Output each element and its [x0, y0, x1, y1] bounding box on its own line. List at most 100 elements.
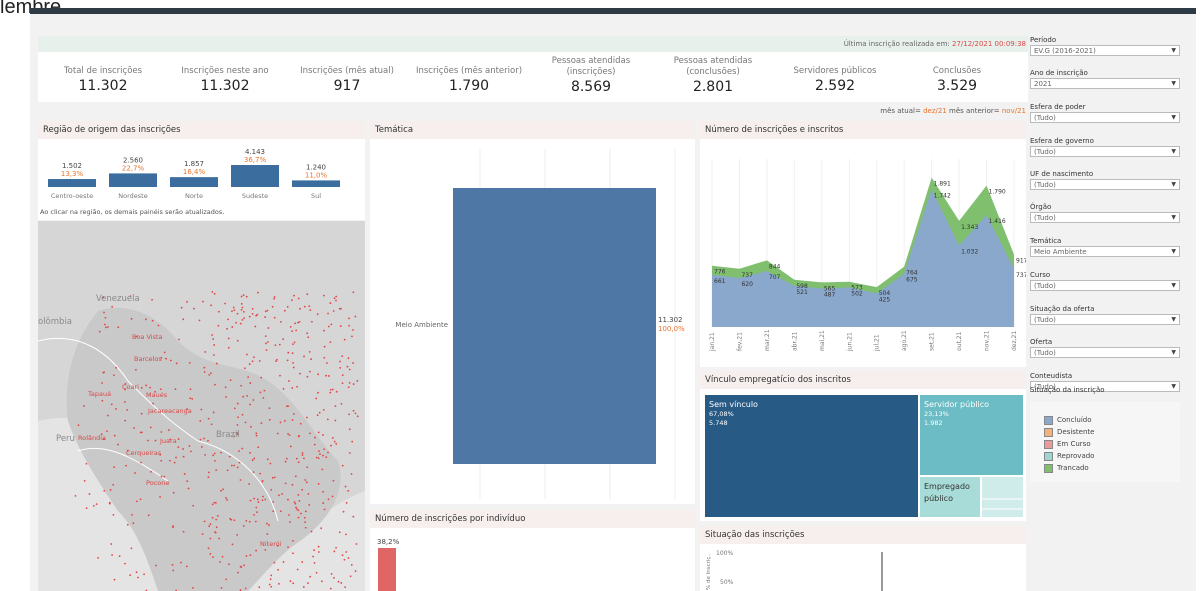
inscription-dot	[230, 464, 233, 467]
vinculo-treemap[interactable]: Sem vínculo67,08%5.748 Servidor público23…	[700, 389, 1026, 521]
inscription-dot	[282, 561, 285, 563]
inscription-dot	[333, 440, 336, 443]
inscription-dot	[137, 576, 139, 579]
inscription-dot	[217, 324, 220, 327]
inscription-dot	[318, 411, 321, 414]
inscription-dot	[145, 384, 148, 387]
inscription-dot	[113, 578, 116, 581]
filter-dropdown[interactable]: (Tudo) ▼	[1030, 179, 1180, 190]
inscription-dot	[106, 430, 108, 433]
inscription-dot	[259, 391, 262, 394]
treemap-cell[interactable]	[705, 395, 918, 517]
point-label-inscritos: 1.742	[934, 192, 951, 199]
inscription-dot	[160, 475, 163, 478]
filter-dropdown[interactable]: (Tudo) ▼	[1030, 146, 1180, 157]
point-label-inscritos: 707	[769, 274, 781, 281]
inscription-dot	[160, 431, 163, 433]
legend-item[interactable]: Trancado	[1030, 462, 1180, 474]
legend-item[interactable]: Concluído	[1030, 414, 1180, 426]
inscription-dot	[309, 432, 311, 435]
filter-dropdown[interactable]: (Tudo) ▼	[1030, 212, 1180, 223]
indiv-chart[interactable]: 38,2%	[370, 528, 695, 591]
inscription-dot	[327, 312, 329, 315]
inscription-dot	[139, 498, 142, 501]
map-label: Rolândia	[78, 434, 106, 442]
inscription-dot	[201, 300, 204, 303]
filter-dropdown[interactable]: (Tudo) ▼	[1030, 314, 1180, 325]
inscription-dot	[171, 564, 174, 566]
inscription-dot	[243, 317, 245, 320]
inscription-dot	[140, 412, 143, 415]
inscription-dot	[340, 582, 343, 584]
regiao-bar[interactable]	[48, 179, 96, 187]
inscription-dot	[163, 475, 166, 478]
legend-item[interactable]: Desistente	[1030, 426, 1180, 438]
inscription-dot	[285, 457, 288, 460]
inscription-dot	[317, 482, 320, 485]
bar-category-label: Centro-oeste	[51, 192, 93, 200]
inscription-dot	[330, 323, 333, 326]
legend-item[interactable]: Em Curso	[1030, 438, 1180, 450]
filter-dropdown[interactable]: (Tudo) ▼	[1030, 280, 1180, 291]
x-tick-label: abr,21	[791, 331, 798, 351]
inscription-dot	[320, 527, 323, 530]
x-tick-label: mai,21	[819, 330, 826, 351]
inscription-dot	[241, 306, 244, 309]
inscription-dot	[242, 294, 245, 297]
point-label-inscricoes: 1.343	[961, 224, 978, 231]
tematica-panel: Temática Meio Ambiente 11.302 100,0%	[370, 121, 695, 504]
legend-label: Desistente	[1057, 428, 1095, 436]
inscription-dot	[317, 391, 319, 394]
regiao-bar[interactable]	[109, 173, 157, 187]
legend-item[interactable]: Reprovado	[1030, 450, 1180, 462]
situacao-chart[interactable]: 100% 50% % de Inscriç..	[700, 544, 1026, 591]
regiao-bar[interactable]	[292, 180, 340, 187]
indiv-bar[interactable]	[378, 548, 396, 591]
inscription-dot	[169, 459, 171, 462]
inscription-dot	[249, 452, 251, 454]
filter-dropdown[interactable]: (Tudo) ▼	[1030, 112, 1180, 123]
filter-block: Período EV.G (2016-2021) ▼	[1030, 36, 1180, 56]
filter-dropdown[interactable]: (Tudo) ▼	[1030, 347, 1180, 358]
filter-dropdown[interactable]: 2021 ▼	[1030, 78, 1180, 89]
inscription-dot	[329, 587, 332, 590]
regiao-bar[interactable]	[231, 165, 279, 187]
inscription-dot	[103, 489, 106, 492]
inscription-dot	[115, 366, 118, 369]
inscription-dot	[303, 516, 306, 519]
tematica-chart[interactable]: Meio Ambiente 11.302100,0%	[370, 139, 695, 504]
inscription-dot	[111, 305, 114, 308]
filter-dropdown[interactable]: EV.G (2016-2021) ▼	[1030, 45, 1180, 56]
inscription-dot	[308, 351, 311, 353]
inscription-dot	[226, 327, 228, 330]
map-label: Venezuela	[96, 294, 140, 304]
inscription-dot	[289, 580, 292, 582]
inscription-dot	[260, 376, 263, 379]
regiao-bar[interactable]	[170, 177, 218, 187]
inscription-dot	[347, 557, 350, 559]
inscription-dot	[306, 375, 309, 378]
current-month-value: dez/21	[923, 107, 947, 115]
inscription-dot	[350, 563, 353, 566]
inscription-dot	[213, 452, 216, 455]
inscription-dot	[286, 306, 289, 308]
inscription-dot	[203, 371, 206, 373]
brazil-map[interactable]: Venezuela olômbia Boa Vista Barcelos Coari Ma…	[38, 221, 365, 591]
filter-block: Oferta (Tudo) ▼	[1030, 338, 1180, 358]
inscription-dot	[308, 504, 311, 506]
inscricoes-area-chart[interactable]: 776 737844598 565 5735047641.8911.3431.7909…	[700, 139, 1026, 367]
inscription-dot	[310, 358, 313, 361]
kpi-value: 3.529	[936, 78, 978, 94]
inscription-dot	[352, 329, 354, 331]
filter-dropdown[interactable]: Meio Ambiente ▼	[1030, 246, 1180, 257]
inscription-dot	[283, 420, 286, 422]
map-panel[interactable]: Venezuela olômbia Boa Vista Barcelos Coari Ma…	[38, 221, 365, 591]
inscription-dot	[215, 518, 218, 521]
tematica-bar[interactable]	[453, 188, 656, 464]
inscription-dot	[321, 468, 324, 471]
treemap-label: Servidor público	[924, 400, 989, 409]
inscription-dot	[216, 514, 219, 517]
regiao-bar-chart[interactable]: 1.50213,3% Centro-oeste 2.56022,7% Nordeste…	[38, 139, 365, 220]
point-label-inscricoes: 764	[906, 270, 918, 277]
inscription-dot	[231, 543, 234, 546]
